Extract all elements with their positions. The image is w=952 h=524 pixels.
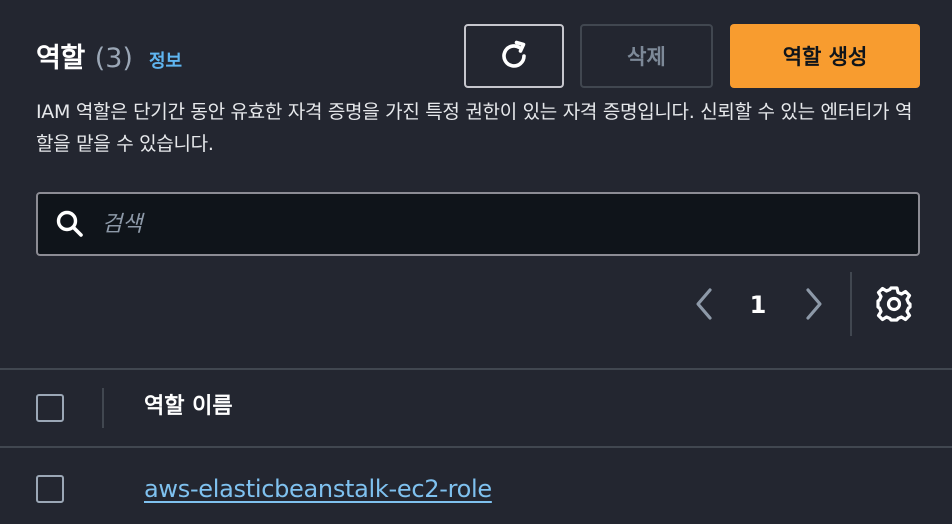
header-divider bbox=[0, 446, 952, 448]
role-count: (3) bbox=[94, 43, 133, 74]
pagination-divider bbox=[850, 272, 852, 336]
create-role-button[interactable]: 역할 생성 bbox=[730, 24, 920, 88]
previous-page-icon[interactable] bbox=[688, 284, 720, 324]
search-icon bbox=[56, 210, 83, 237]
refresh-icon bbox=[502, 40, 526, 68]
select-all-checkbox[interactable] bbox=[36, 394, 64, 422]
column-divider[interactable] bbox=[102, 388, 104, 428]
delete-button[interactable]: 삭제 bbox=[580, 24, 713, 88]
column-header-role-name[interactable]: 역할 이름 bbox=[144, 392, 233, 422]
row-checkbox[interactable] bbox=[36, 475, 64, 503]
page-number[interactable]: 1 bbox=[744, 287, 772, 323]
gear-icon[interactable] bbox=[874, 284, 914, 324]
search-input[interactable] bbox=[102, 204, 882, 244]
search-box bbox=[36, 192, 920, 256]
header: 역할 (3) 정보 bbox=[36, 36, 182, 76]
roles-panel: 역할 (3) 정보 삭제 역할 생성 IAM 역할은 단기간 동안 유효한 자격… bbox=[0, 0, 952, 524]
info-link[interactable]: 정보 bbox=[149, 47, 182, 73]
next-page-icon[interactable] bbox=[798, 284, 830, 324]
refresh-button[interactable] bbox=[464, 24, 564, 88]
role-name-link[interactable]: aws-elasticbeanstalk-ec2-role bbox=[144, 472, 492, 506]
table-header bbox=[0, 370, 952, 446]
description: IAM 역할은 단기간 동안 유효한 자격 증명을 가진 특정 권한이 있는 자… bbox=[36, 101, 913, 155]
page-title: 역할 bbox=[36, 43, 85, 74]
